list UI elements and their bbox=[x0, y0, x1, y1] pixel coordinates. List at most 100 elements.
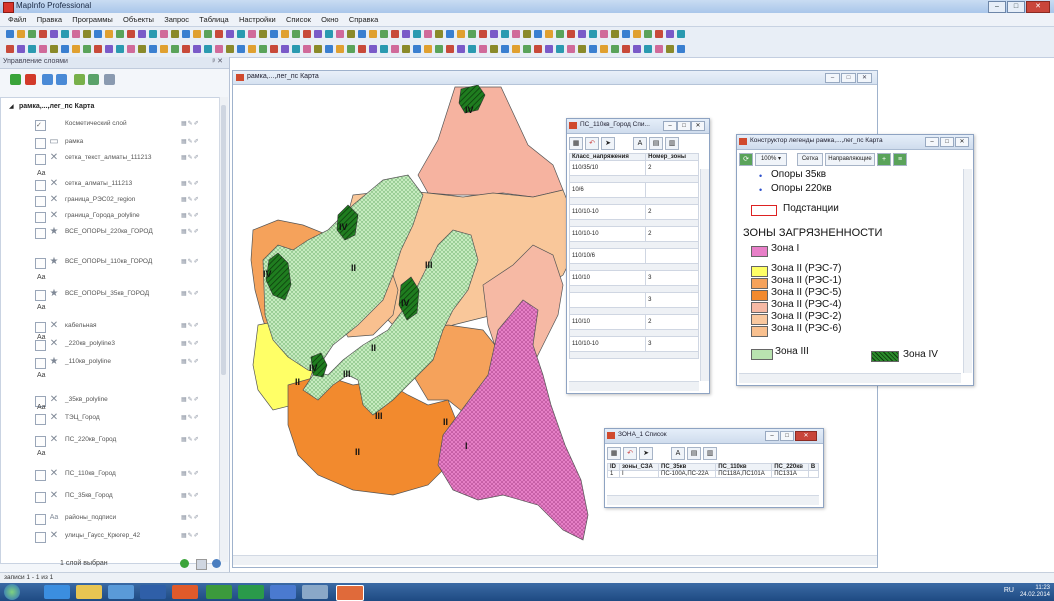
map-node[interactable]: ◢ рамка,...,лег_пс Карта bbox=[1, 101, 219, 117]
table-cell[interactable]: 10/6 bbox=[569, 182, 647, 198]
undo-icon[interactable]: ↶ bbox=[623, 447, 637, 460]
maximize-button[interactable]: □ bbox=[1007, 1, 1025, 13]
toolbar-tool-icon[interactable] bbox=[61, 30, 69, 38]
layer-settings-icon[interactable] bbox=[196, 559, 207, 570]
toolbar-tool-icon[interactable] bbox=[204, 30, 212, 38]
layer-row[interactable]: ✕ граница_РЭС02_region ▦✎✐ bbox=[1, 194, 219, 210]
layer-action-icons[interactable]: ▦✎✐ bbox=[181, 322, 200, 329]
select-arrow-icon[interactable]: ➤ bbox=[601, 137, 615, 150]
toolbar-tool-icon[interactable] bbox=[556, 30, 564, 38]
toolbar-tool-icon[interactable] bbox=[611, 45, 619, 53]
toolbar-tool-icon[interactable] bbox=[39, 30, 47, 38]
ps110-vertical-scrollbar[interactable] bbox=[700, 169, 709, 381]
toolbar-tool-icon[interactable] bbox=[105, 45, 113, 53]
toolbar-tool-icon[interactable] bbox=[292, 30, 300, 38]
toolbar-tool-icon[interactable] bbox=[138, 45, 146, 53]
toolbar-tool-icon[interactable] bbox=[248, 30, 256, 38]
toolbar-tool-icon[interactable] bbox=[655, 30, 663, 38]
layer-action-icons[interactable]: ▦✎✐ bbox=[181, 258, 200, 265]
layer-visibility-checkbox[interactable] bbox=[35, 358, 46, 369]
toolbar-tool-icon[interactable] bbox=[545, 45, 553, 53]
toolbar-tool-icon[interactable] bbox=[171, 30, 179, 38]
toolbar-tool-icon[interactable] bbox=[567, 30, 575, 38]
table-row[interactable]: 110/10-10 3 bbox=[569, 336, 699, 352]
layer-row[interactable]: ✕ _35кв_polyline ▦✎✐ bbox=[1, 394, 219, 410]
layer-action-icons[interactable]: ▦✎✐ bbox=[181, 396, 200, 403]
layer-style-icon[interactable] bbox=[88, 74, 99, 85]
table-icon[interactable]: ▤ bbox=[687, 447, 701, 460]
toolbar-tool-icon[interactable] bbox=[50, 45, 58, 53]
table-cell[interactable]: 3 bbox=[645, 336, 699, 352]
toolbar-tool-icon[interactable] bbox=[479, 30, 487, 38]
start-button-icon[interactable] bbox=[4, 584, 20, 600]
toolbar-tool-icon[interactable] bbox=[61, 45, 69, 53]
toolbar-tool-icon[interactable] bbox=[457, 45, 465, 53]
table-icon[interactable]: ▤ bbox=[649, 137, 663, 150]
menu-objects[interactable]: Объекты bbox=[123, 13, 154, 26]
toolbar-tool-icon[interactable] bbox=[39, 45, 47, 53]
table-cell[interactable]: 3 bbox=[645, 270, 699, 286]
table-row[interactable]: 3 bbox=[569, 292, 699, 308]
zone1-horizontal-scrollbar[interactable] bbox=[607, 495, 819, 505]
ie-taskbar-icon[interactable] bbox=[44, 585, 70, 599]
menu-file[interactable]: Файл bbox=[8, 13, 26, 26]
toolbar-tool-icon[interactable] bbox=[149, 45, 157, 53]
toolbar-tool-icon[interactable] bbox=[358, 45, 366, 53]
layer-properties-icon[interactable] bbox=[74, 74, 85, 85]
app-taskbar-icon[interactable] bbox=[302, 585, 328, 599]
column-header[interactable]: Номер_зоны bbox=[645, 153, 699, 161]
ps110-horizontal-scrollbar[interactable] bbox=[569, 381, 699, 391]
layer-row[interactable]: ✓ Косметический слой ▦✎✐ bbox=[1, 118, 219, 134]
map-minimize-button[interactable]: – bbox=[825, 73, 840, 83]
toolbar-tool-icon[interactable] bbox=[149, 30, 157, 38]
guides-button[interactable]: Направляющие bbox=[825, 153, 875, 166]
legend-vertical-scrollbar[interactable] bbox=[963, 169, 972, 373]
zone1-minimize-button[interactable]: – bbox=[765, 431, 779, 441]
toolbar-tool-icon[interactable] bbox=[600, 45, 608, 53]
toolbar-tool-icon[interactable] bbox=[17, 30, 25, 38]
layer-visibility-checkbox[interactable] bbox=[35, 492, 46, 503]
layer-action-icons[interactable]: ▦✎✐ bbox=[181, 436, 200, 443]
toolbar-tool-icon[interactable] bbox=[314, 45, 322, 53]
table-cell[interactable]: 2 bbox=[645, 204, 699, 220]
toolbar-tool-icon[interactable] bbox=[303, 30, 311, 38]
table-cell[interactable] bbox=[807, 470, 819, 478]
layer-row[interactable]: ✕ граница_Города_polyline ▦✎✐ bbox=[1, 210, 219, 226]
toolbar-tool-icon[interactable] bbox=[72, 45, 80, 53]
toolbar-tool-icon[interactable] bbox=[193, 30, 201, 38]
app-taskbar-icon[interactable] bbox=[238, 585, 264, 599]
layer-action-icons[interactable]: ▦✎✐ bbox=[181, 120, 200, 127]
column-header[interactable]: зоны_СЗА bbox=[618, 463, 660, 471]
refresh-icon[interactable]: ⟳ bbox=[739, 153, 753, 166]
table-cell[interactable]: 110/10-10 bbox=[569, 204, 647, 220]
layer-row[interactable]: ▭ рамка ▦✎✐ bbox=[1, 136, 219, 152]
layer-row[interactable]: ✕ ТЭЦ_Город ▦✎✐ bbox=[1, 412, 219, 428]
toolbar-tool-icon[interactable] bbox=[281, 45, 289, 53]
layer-row[interactable]: ✕ улицы_Гаусс_Крюгер_42 ▦✎✐ bbox=[1, 530, 219, 546]
mapinfo-taskbar-icon[interactable] bbox=[336, 585, 364, 601]
toolbar-tool-icon[interactable] bbox=[391, 30, 399, 38]
toolbar-tool-icon[interactable] bbox=[578, 30, 586, 38]
toolbar-tool-icon[interactable] bbox=[578, 45, 586, 53]
layer-row[interactable]: ✕ ПС_220кв_Город ▦✎✐ bbox=[1, 434, 219, 450]
layer-visibility-checkbox[interactable] bbox=[35, 340, 46, 351]
layer-row[interactable]: ★ ВСЕ_ОПОРЫ_220кв_ГОРОД ▦✎✐ bbox=[1, 226, 219, 242]
table-row[interactable]: 110/10-10 2 bbox=[569, 204, 699, 220]
toolbar-tool-icon[interactable] bbox=[424, 45, 432, 53]
toolbar-tool-icon[interactable] bbox=[259, 45, 267, 53]
toolbar-tool-icon[interactable] bbox=[325, 30, 333, 38]
toolbar-tool-icon[interactable] bbox=[611, 30, 619, 38]
toolbar-tool-icon[interactable] bbox=[314, 30, 322, 38]
column-header[interactable]: Класс_напряжения bbox=[569, 153, 647, 161]
toolbar-tool-icon[interactable] bbox=[215, 45, 223, 53]
toolbar-tool-icon[interactable] bbox=[83, 30, 91, 38]
layer-action-icons[interactable]: ▦✎✐ bbox=[181, 358, 200, 365]
font-icon[interactable]: A bbox=[671, 447, 685, 460]
layer-row[interactable]: ★ _110кв_polyline ▦✎✐ bbox=[1, 356, 219, 372]
toolbar-tool-icon[interactable] bbox=[138, 30, 146, 38]
toolbar-tool-icon[interactable] bbox=[17, 45, 25, 53]
column-header[interactable]: ID bbox=[607, 463, 620, 471]
table-cell[interactable] bbox=[569, 292, 647, 308]
layer-visibility-checkbox[interactable] bbox=[35, 436, 46, 447]
layer-action-icons[interactable]: ▦✎✐ bbox=[181, 180, 200, 187]
